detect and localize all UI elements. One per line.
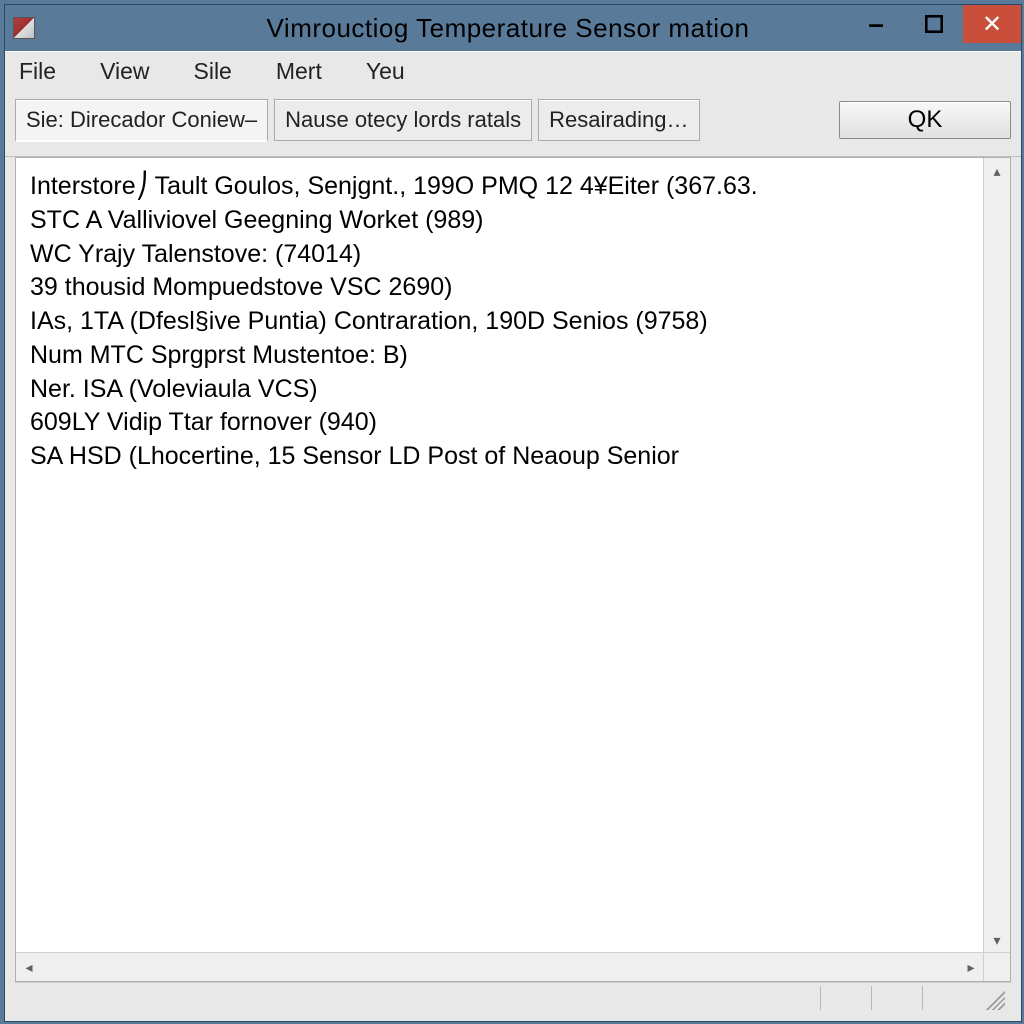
- close-icon: ✕: [982, 10, 1002, 39]
- app-window: Vimrouctiog Temperature Sensor mation – …: [4, 4, 1022, 1022]
- menubar: File View Sile Mert Yeu: [5, 51, 1021, 90]
- text-line: STC A Valliviovel Geegning Worket (989): [30, 204, 996, 238]
- window-controls: – ✕: [847, 5, 1021, 51]
- content-panel: Interstore⎠ Tault Goulos, Senjgnt., 199O…: [15, 157, 1011, 982]
- close-button[interactable]: ✕: [963, 5, 1021, 43]
- scroll-up-icon[interactable]: ▴: [984, 158, 1010, 184]
- statusbar: [15, 982, 1011, 1013]
- text-line: Interstore⎠ Tault Goulos, Senjgnt., 199O…: [30, 170, 996, 204]
- vertical-scrollbar[interactable]: ▴ ▾: [983, 158, 1010, 953]
- text-line: 609LY Vidip Ttar fornover (940): [30, 406, 996, 440]
- status-cell: [922, 986, 973, 1010]
- vscroll-track[interactable]: [984, 184, 1010, 927]
- maximize-icon: [925, 15, 943, 33]
- text-line: Num MTC Sprgprst Mustentoe: B): [30, 339, 996, 373]
- menu-file[interactable]: File: [11, 56, 64, 87]
- text-area[interactable]: Interstore⎠ Tault Goulos, Senjgnt., 199O…: [16, 158, 1010, 981]
- status-cell: [820, 986, 871, 1010]
- hscroll-track[interactable]: [42, 953, 958, 981]
- content-wrap: Interstore⎠ Tault Goulos, Senjgnt., 199O…: [5, 157, 1021, 1021]
- scroll-right-icon[interactable]: ▸: [958, 953, 984, 981]
- menu-sile[interactable]: Sile: [186, 56, 240, 87]
- text-line: 39 thousid Mompuedstove VSC 2690): [30, 271, 996, 305]
- tab-resairading[interactable]: Resairading…: [538, 99, 699, 141]
- qk-button[interactable]: QK: [839, 101, 1011, 139]
- scroll-left-icon[interactable]: ◂: [16, 953, 42, 981]
- menu-yeu[interactable]: Yeu: [358, 56, 413, 87]
- minimize-button[interactable]: –: [847, 5, 905, 53]
- text-line: SA HSD (Lhocertine, 15 Sensor LD Post of…: [30, 440, 996, 474]
- text-line: WC Yrajy Talenstove: (74014): [30, 238, 996, 272]
- scroll-down-icon[interactable]: ▾: [984, 927, 1010, 953]
- titlebar[interactable]: Vimrouctiog Temperature Sensor mation – …: [5, 5, 1021, 51]
- horizontal-scrollbar[interactable]: ◂ ▸: [16, 952, 984, 981]
- toolbar: Sie: Direcador Coniew– Nause otecy lords…: [5, 90, 1021, 157]
- maximize-button[interactable]: [905, 5, 963, 43]
- menu-view[interactable]: View: [92, 56, 157, 87]
- tab-direcador[interactable]: Sie: Direcador Coniew–: [15, 99, 268, 142]
- resize-grip-icon[interactable]: [981, 986, 1005, 1010]
- tab-nause[interactable]: Nause otecy lords ratals: [274, 99, 532, 141]
- scroll-corner: [983, 952, 1010, 981]
- text-line: IAs, 1TA (Dfesl§ive Puntia) Contraration…: [30, 305, 996, 339]
- status-cell: [871, 986, 922, 1010]
- menu-mert[interactable]: Mert: [268, 56, 330, 87]
- text-line: Ner. ISA (Voleviaula VCS): [30, 373, 996, 407]
